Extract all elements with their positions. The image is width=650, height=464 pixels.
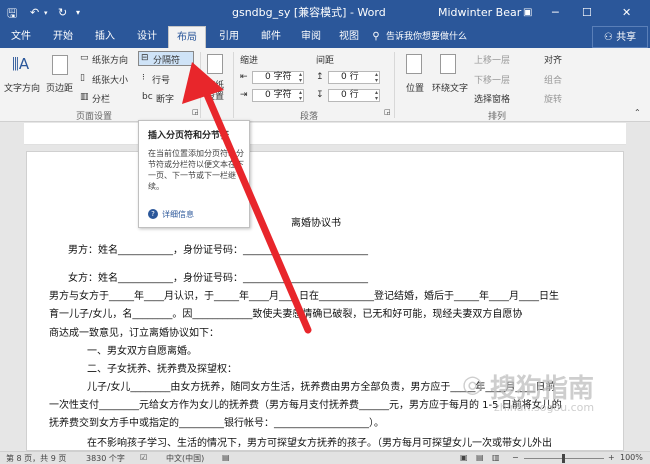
zoom-slider-thumb[interactable]	[562, 454, 565, 463]
page-count[interactable]: 第 8 页，共 9 页	[6, 453, 66, 464]
proofing-icon[interactable]: ☑	[140, 453, 147, 462]
macro-icon[interactable]: ▤	[222, 453, 230, 462]
word-count[interactable]: 3830 个字	[86, 453, 125, 464]
language[interactable]: 中文(中国)	[166, 453, 204, 464]
arrow-shaft	[201, 86, 312, 334]
arrow-head	[182, 62, 224, 104]
red-arrow-annotation	[182, 62, 312, 334]
zoom-in-icon[interactable]: +	[608, 453, 615, 462]
read-mode-icon[interactable]: ▣	[460, 453, 468, 462]
status-bar: 第 8 页，共 9 页 3830 个字 ☑ 中文(中国) ▤ ▣ ▤ ▥ − +…	[0, 451, 650, 464]
zoom-out-icon[interactable]: −	[512, 453, 519, 462]
zoom-level[interactable]: 100%	[620, 453, 643, 462]
web-layout-icon[interactable]: ▥	[492, 453, 500, 462]
print-layout-icon[interactable]: ▤	[476, 453, 484, 462]
